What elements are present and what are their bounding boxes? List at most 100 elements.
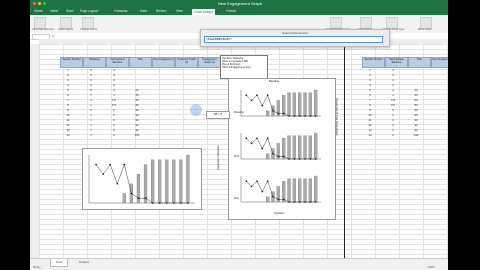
table-header[interactable]: Session Number [362,57,385,68]
table-cell[interactable]: 10 [60,113,76,117]
tab-formulas[interactable]: Formulas [114,9,127,13]
table-cell[interactable]: 4 [106,88,122,92]
table-header[interactable]: Session Number [60,57,83,68]
table-cell[interactable]: 1 [83,133,99,137]
table-cell[interactable]: 0 [83,83,99,87]
table-cell[interactable]: 0 [106,128,122,132]
table-cell[interactable]: 1 [83,98,99,102]
table-header[interactable]: Self-Injurious Behavior [385,57,408,68]
table-cell[interactable]: 2 [385,83,401,87]
table-cell[interactable]: 0 [385,118,401,122]
table-cell[interactable]: 1 [83,128,99,132]
table-cell[interactable]: 0 [385,108,401,112]
table-cell[interactable]: 2 [60,73,76,77]
tab-view[interactable]: View [176,9,183,13]
table-cell[interactable]: 4 [385,88,401,92]
table-cell[interactable]: 2 [362,73,378,77]
table-cell[interactable]: 1 [83,93,99,97]
table-cell[interactable]: 0.5 [385,103,401,107]
table-cell[interactable]: 90 [408,128,424,132]
table-cell[interactable]: 90 [408,123,424,127]
table-cell[interactable]: 90 [129,113,145,117]
table-cell[interactable]: 0 [83,73,99,77]
table-cell[interactable]: 1 [362,68,378,72]
table-cell[interactable]: 6 [362,93,378,97]
table-cell[interactable]: 9 [362,108,378,112]
table-cell[interactable]: 11 [362,118,378,122]
table-cell[interactable]: 3 [106,73,122,77]
table-cell[interactable]: 4 [106,68,122,72]
table-header[interactable]: Play [408,57,431,68]
table-cell[interactable]: 8 [362,103,378,107]
table-cell[interactable]: 80 [408,103,424,107]
table-cell[interactable]: 8 [60,103,76,107]
table-cell[interactable]: 100 [129,133,145,137]
table-cell[interactable]: 20 [129,88,145,92]
table-cell[interactable]: 0 [106,133,122,137]
tab-page-layout[interactable]: Page Layout [80,9,98,13]
chart-engagement[interactable] [82,148,202,210]
table-header[interactable]: Peer Engagement [431,57,448,68]
table-cell[interactable]: 7 [362,98,378,102]
table-header[interactable]: Play [129,57,152,68]
table-cell[interactable]: 1 [83,118,99,122]
table-cell[interactable]: 0 [385,128,401,132]
table-header[interactable]: Engagement Graph (2) [198,57,221,68]
table-cell[interactable]: 6 [60,93,76,97]
tab-draw[interactable]: Draw [66,9,73,13]
table-header[interactable]: Peer Engagement [152,57,175,68]
table-cell[interactable]: 11 [60,118,76,122]
table-cell[interactable]: 0.5 [385,98,401,102]
table-cell[interactable]: 80 [129,103,145,107]
table-cell[interactable]: 12 [362,123,378,127]
table-cell[interactable]: 1 [60,68,76,72]
table-cell[interactable]: 1 [83,108,99,112]
table-cell[interactable]: 0 [106,108,122,112]
table-cell[interactable]: 13 [362,128,378,132]
table-cell[interactable]: 1 [106,93,122,97]
table-cell[interactable]: 0.5 [106,103,122,107]
tab-format[interactable]: Format [226,9,236,13]
table-cell[interactable]: 90 [129,108,145,112]
table-cell[interactable]: 12 [60,123,76,127]
table-header[interactable]: Self-Injurious Behavior [106,57,129,68]
table-cell[interactable]: 90 [129,118,145,122]
sheet-tab-data[interactable]: Data [50,259,69,267]
table-cell[interactable]: 3 [385,73,401,77]
table-cell[interactable]: 0 [106,113,122,117]
table-cell[interactable]: 4 [60,83,76,87]
table-cell[interactable]: 9 [60,108,76,112]
table-cell[interactable]: 14 [60,133,76,137]
table-cell[interactable]: 3 [60,78,76,82]
table-cell[interactable]: 90 [408,118,424,122]
table-cell[interactable]: 4 [385,68,401,72]
table-cell[interactable]: 90 [129,128,145,132]
table-cell[interactable]: 90 [408,113,424,117]
table-cell[interactable]: 4 [106,78,122,82]
minimize-icon[interactable] [38,2,41,5]
table-cell[interactable]: 10 [362,113,378,117]
tab-home[interactable]: Home [34,9,43,13]
table-cell[interactable]: 20 [408,88,424,92]
close-icon[interactable] [33,2,36,5]
table-cell[interactable]: 2 [106,83,122,87]
sheet-tab-graphs[interactable]: Graphs [74,259,94,266]
table-cell[interactable]: 14 [362,133,378,137]
table-cell[interactable]: 40 [129,93,145,97]
table-cell[interactable]: 1 [83,123,99,127]
table-header[interactable]: Treatment Graph (1) [175,57,198,68]
table-cell[interactable]: 90 [408,108,424,112]
tab-insert[interactable]: Insert [50,9,58,13]
table-cell[interactable]: 0 [106,123,122,127]
table-cell[interactable]: 4 [362,83,378,87]
table-cell[interactable]: 0 [385,123,401,127]
table-cell[interactable]: 0 [385,133,401,137]
table-cell[interactable]: 90 [129,123,145,127]
table-cell[interactable]: 0 [385,113,401,117]
table-cell[interactable]: 0 [83,78,99,82]
table-cell[interactable]: 40 [408,93,424,97]
table-cell[interactable]: 0.5 [106,98,122,102]
table-cell[interactable]: 60 [129,98,145,102]
table-cell[interactable]: 13 [60,128,76,132]
table-cell[interactable]: 7 [60,98,76,102]
